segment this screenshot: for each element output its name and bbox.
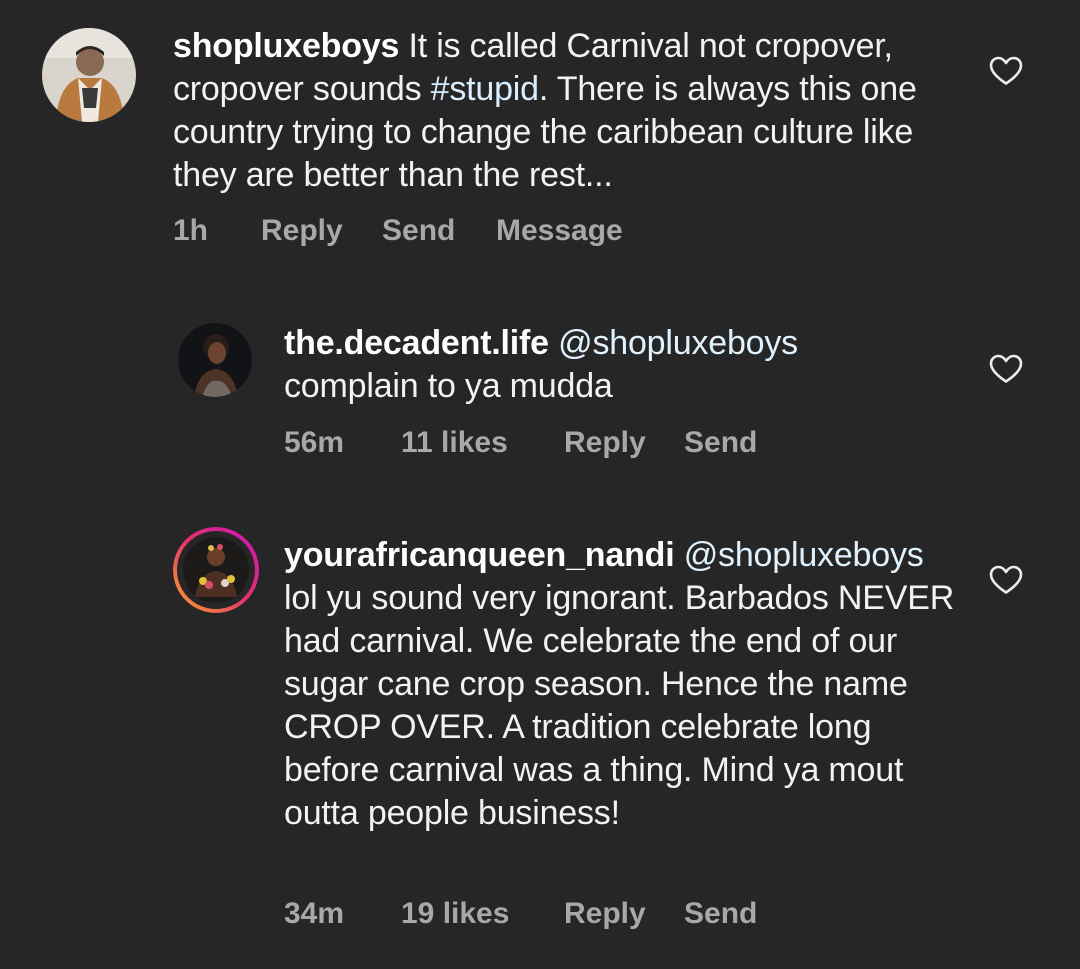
comment-timestamp: 1h — [173, 214, 209, 247]
send-button[interactable]: Send — [684, 426, 757, 460]
send-button[interactable]: Send — [684, 897, 757, 931]
comment-body: the.decadent.life @shopluxeboys complain… — [284, 322, 964, 408]
heart-outline-icon[interactable] — [989, 565, 1023, 595]
comment-text: lol yu sound very ignorant. Barbados NEV… — [284, 579, 955, 832]
comment-body: shopluxeboys It is called Carnival not c… — [173, 25, 963, 197]
heart-outline-icon[interactable] — [989, 56, 1023, 86]
comment-username[interactable]: shopluxeboys — [173, 27, 399, 65]
reply-button[interactable]: Reply — [564, 897, 646, 931]
comment-username[interactable]: the.decadent.life — [284, 324, 549, 362]
avatar-shopluxeboys[interactable] — [42, 28, 136, 122]
likes-count[interactable]: 19 likes — [401, 897, 509, 931]
comment-shopluxeboys: shopluxeboys It is called Carnival not c… — [0, 0, 1080, 270]
hashtag-link[interactable]: #stupid — [431, 70, 539, 108]
heart-outline-icon[interactable] — [989, 354, 1023, 384]
avatar-yourafricanqueen-nandi[interactable] — [173, 527, 259, 613]
story-ring-avatar — [173, 527, 259, 613]
reply-button[interactable]: Reply — [564, 426, 646, 460]
comment-actions: 56m 11 likes Reply Send — [284, 426, 804, 462]
message-button[interactable]: Message — [496, 214, 623, 248]
comment-text: complain to ya mudda — [284, 367, 613, 405]
comment-timestamp: 56m — [284, 426, 345, 459]
avatar-image — [178, 323, 252, 397]
mention-link[interactable]: @shopluxeboys — [558, 324, 798, 362]
mention-link[interactable]: @shopluxeboys — [684, 536, 924, 574]
comment-body: yourafricanqueen_nandi @shopluxeboys lol… — [284, 534, 964, 835]
reply-button[interactable]: Reply — [261, 214, 343, 248]
likes-count[interactable]: 11 likes — [401, 426, 508, 460]
reply-yourafricanqueen-nandi: yourafricanqueen_nandi @shopluxeboys lol… — [0, 510, 1080, 969]
send-button[interactable]: Send — [382, 214, 455, 248]
comment-actions: 34m 19 likes Reply Send — [284, 897, 804, 933]
avatar-the-decadent-life[interactable] — [178, 323, 252, 397]
comment-username[interactable]: yourafricanqueen_nandi — [284, 536, 675, 574]
reply-the-decadent-life: the.decadent.life @shopluxeboys complain… — [0, 300, 1080, 480]
comment-timestamp: 34m — [284, 897, 345, 930]
comment-actions: 1h Reply Send Message — [173, 214, 673, 250]
avatar-image — [42, 28, 136, 122]
